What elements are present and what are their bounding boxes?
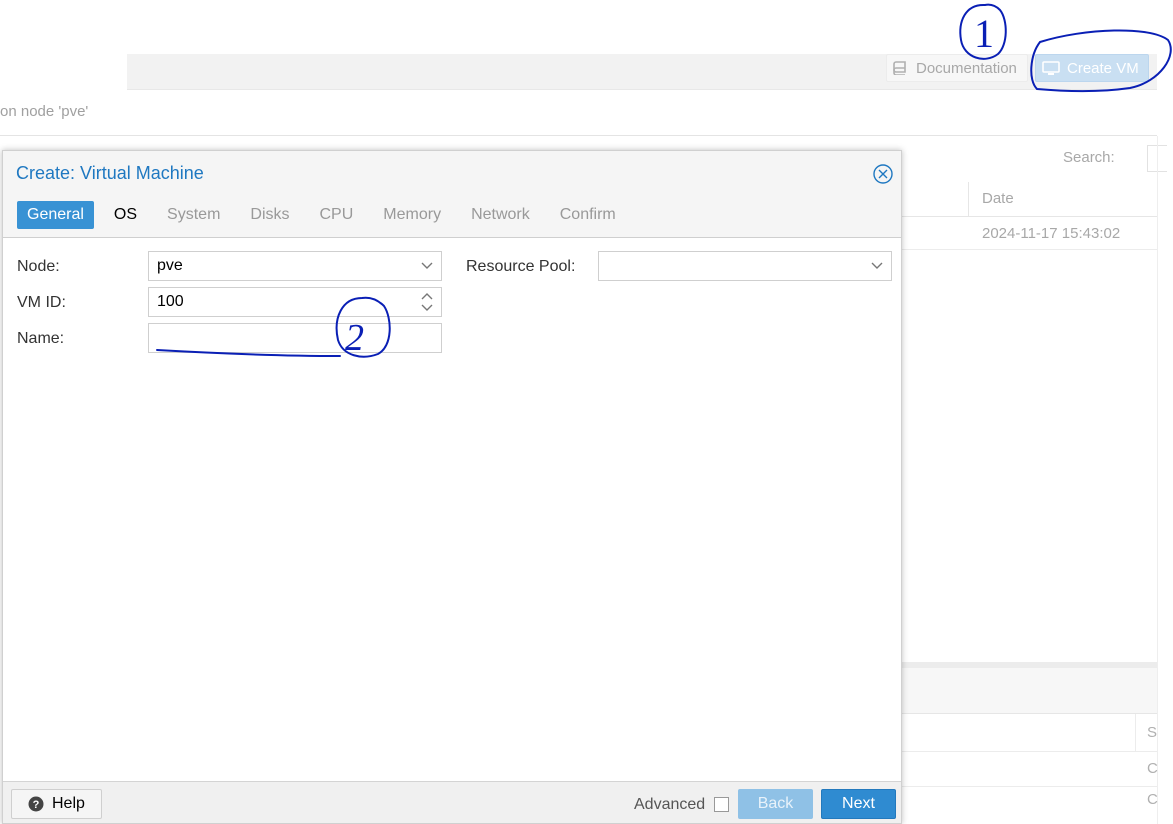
node-label: Node: — [17, 258, 60, 275]
resource-pool-label: Resource Pool: — [466, 258, 576, 275]
tab-os[interactable]: OS — [104, 201, 147, 229]
advanced-label: Advanced — [634, 796, 706, 813]
grid-row-divider — [902, 249, 1157, 250]
lower-grid-divider — [902, 786, 1157, 787]
column-separator — [968, 182, 969, 216]
wizard-tabs: General OS System Disks CPU Memory Netwo… — [17, 201, 636, 229]
chevron-down-icon[interactable] — [413, 252, 441, 280]
tab-disks[interactable]: Disks — [240, 201, 299, 229]
dialog-body: Node: pve Resource Pool: VM ID: 100 Name… — [3, 237, 901, 781]
top-header — [0, 0, 1173, 54]
help-button[interactable]: ? Help — [11, 789, 102, 819]
vmid-spinner[interactable]: 100 — [148, 287, 442, 317]
help-label: Help — [52, 795, 85, 812]
chevron-down-icon[interactable] — [863, 252, 891, 280]
lower-table-cell[interactable]: C — [1147, 791, 1158, 808]
tab-network[interactable]: Network — [461, 201, 540, 229]
documentation-label: Documentation — [916, 59, 1017, 77]
node-select[interactable]: pve — [148, 251, 442, 281]
name-input[interactable] — [148, 323, 442, 353]
lower-table-cell[interactable]: C — [1147, 760, 1158, 777]
name-text-field[interactable] — [157, 324, 441, 352]
create-vm-label: Create VM — [1067, 59, 1139, 77]
back-button[interactable]: Back — [738, 789, 813, 819]
header-left-area — [0, 54, 127, 90]
node-value: pve — [157, 257, 183, 274]
question-circle-icon: ? — [28, 796, 44, 812]
next-button[interactable]: Next — [821, 789, 896, 819]
advanced-checkbox[interactable] — [714, 797, 729, 812]
table-row-date[interactable]: 2024-11-17 15:43:02 — [982, 225, 1120, 242]
lower-panel-header — [902, 668, 1157, 714]
dialog-title: Create: Virtual Machine — [16, 163, 204, 183]
dialog-footer: ? Help Advanced Back Next — [3, 781, 901, 823]
tab-confirm[interactable]: Confirm — [550, 201, 626, 229]
create-vm-button[interactable]: Create VM — [1035, 54, 1149, 82]
tab-cpu[interactable]: CPU — [310, 201, 364, 229]
lower-grid-divider — [902, 751, 1157, 752]
divider — [0, 135, 1157, 136]
search-label: Search: — [1063, 149, 1115, 166]
resource-pool-select[interactable] — [598, 251, 892, 281]
lower-column-separator — [1135, 714, 1136, 751]
create-vm-dialog: Create: Virtual Machine General OS Syste… — [2, 150, 902, 824]
vmid-label: VM ID: — [17, 294, 66, 311]
panel-edge — [1157, 136, 1158, 824]
tab-general[interactable]: General — [17, 201, 94, 229]
name-label: Name: — [17, 330, 65, 347]
spinner-arrows-icon[interactable] — [413, 288, 441, 316]
column-header-date[interactable]: Date — [982, 190, 1014, 207]
grid-header-divider — [902, 216, 1157, 217]
documentation-button[interactable]: Documentation — [886, 54, 1028, 82]
book-icon — [893, 61, 906, 75]
close-icon[interactable] — [872, 163, 894, 185]
lower-column-header[interactable]: S — [1147, 724, 1157, 741]
desktop-icon — [1042, 60, 1060, 75]
tab-system[interactable]: System — [157, 201, 230, 229]
vmid-value: 100 — [157, 293, 184, 310]
svg-text:?: ? — [33, 799, 40, 811]
tab-memory[interactable]: Memory — [373, 201, 451, 229]
page-heading: on node 'pve' — [0, 103, 89, 120]
